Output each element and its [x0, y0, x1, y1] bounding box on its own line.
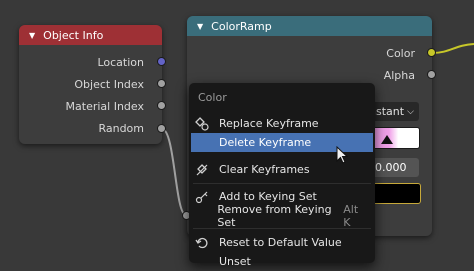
- menu-item-label: Replace Keyframe: [219, 117, 319, 130]
- object-info-title: Object Info: [43, 28, 104, 42]
- link-color-out: [431, 43, 474, 54]
- mouse-cursor-icon: [336, 146, 349, 164]
- output-random-label: Random: [98, 122, 144, 135]
- location-socket[interactable]: [157, 57, 166, 66]
- menu-item-remove-from-keying-set[interactable]: Remove from Keying Set Alt K: [191, 203, 373, 229]
- reset-icon: [191, 236, 213, 250]
- object-info-node[interactable]: ▼ Object Info Location Object Index Mate…: [19, 25, 162, 144]
- random-socket[interactable]: [157, 124, 166, 133]
- menu-title: Color: [198, 91, 227, 104]
- color-ramp-gradient[interactable]: [372, 127, 420, 149]
- menu-item-replace-keyframe[interactable]: Replace Keyframe: [191, 114, 373, 133]
- context-menu: Color Replace Keyframe Delete Keyframe C…: [189, 83, 375, 268]
- position-value: 0.000: [375, 161, 407, 174]
- stop-color-swatch[interactable]: [372, 183, 421, 204]
- object-index-socket[interactable]: [157, 79, 166, 88]
- output-object-index-label: Object Index: [74, 78, 144, 91]
- keying-set-icon: [191, 190, 213, 204]
- alpha-output-socket[interactable]: [427, 70, 436, 79]
- colorramp-title: ColorRamp: [211, 19, 272, 33]
- menu-item-label: Add to Keying Set: [219, 190, 317, 203]
- output-location-label: Location: [97, 56, 144, 69]
- link-random-to-fac: [161, 128, 187, 216]
- menu-item-label: Remove from Keying Set: [217, 202, 332, 229]
- material-index-socket[interactable]: [157, 101, 166, 110]
- shortcut-label: Alt K: [343, 202, 359, 229]
- menu-item-label: Unset: [219, 255, 251, 268]
- menu-separator: [193, 228, 371, 229]
- chevron-down-icon: ⌵: [407, 106, 414, 117]
- output-material-index-label: Material Index: [65, 100, 144, 113]
- ramp-stop-handle-icon[interactable]: [381, 135, 393, 144]
- colorramp-header[interactable]: ▼ ColorRamp: [187, 16, 432, 36]
- menu-separator: [193, 183, 371, 184]
- clear-keyframes-icon: [191, 163, 213, 177]
- output-color-label: Color: [386, 47, 415, 60]
- menu-item-label: Clear Keyframes: [219, 163, 310, 176]
- menu-item-reset-default[interactable]: Reset to Default Value: [191, 233, 373, 252]
- color-output-socket[interactable]: [427, 48, 436, 57]
- position-field[interactable]: 0.000: [372, 158, 419, 177]
- collapse-chevron-icon[interactable]: ▼: [197, 22, 203, 31]
- output-alpha-label: Alpha: [383, 69, 415, 82]
- menu-item-unset[interactable]: Unset: [191, 252, 373, 271]
- menu-item-label: Delete Keyframe: [219, 136, 312, 149]
- replace-keyframe-icon: [191, 116, 213, 131]
- menu-item-label: Reset to Default Value: [219, 236, 342, 249]
- collapse-chevron-icon[interactable]: ▼: [29, 31, 35, 40]
- object-info-header[interactable]: ▼ Object Info: [19, 25, 162, 45]
